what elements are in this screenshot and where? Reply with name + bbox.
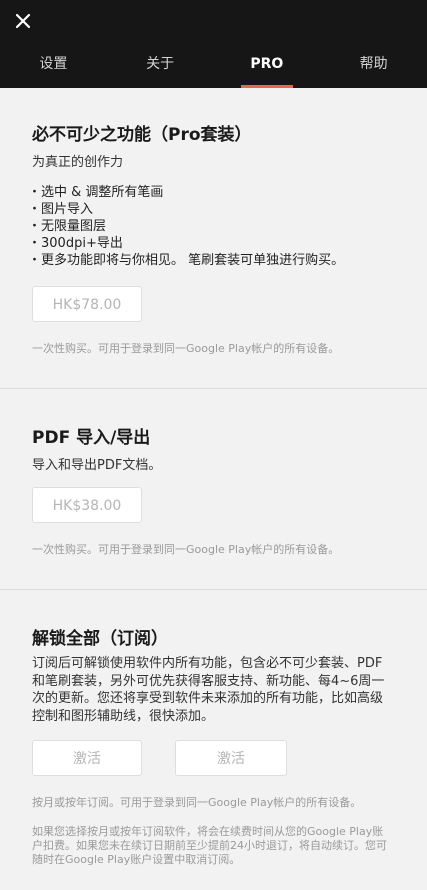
activate-monthly-button[interactable]: 激活 [32,740,142,776]
buy-essentials-button[interactable]: HK$78.00 [32,286,142,322]
essentials-title: 必不可少之功能（Pro套装） [32,125,252,145]
pdf-section: PDF 导入/导出 导入和导出PDF文档。 HK$38.00 一次性购买。可用于… [0,389,427,590]
unlock-all-description: 订阅后可解锁使用软件内所有功能，包含必不可少套装、PDF和笔刷套装，另外可优先获… [32,656,385,724]
subscription-fine-print: 如果您选择按月或按年订阅软件，将会在续费时间从您的Google Play账户扣费… [32,825,387,866]
buy-pdf-button[interactable]: HK$38.00 [32,487,142,523]
pdf-note: 一次性购买。可用于登录到同一Google Play帐户的所有设备。 [32,543,340,556]
essentials-feature-list: 选中 & 调整所有笔画 图片导入 无限量图层 300dpi+导出 更多功能即将与… [32,184,344,269]
pro-content: 必不可少之功能（Pro套装） 为真正的创作力 选中 & 调整所有笔画 图片导入 … [0,88,427,890]
unlock-all-title: 解锁全部（订阅） [32,629,168,649]
tab-settings[interactable]: 设置 [0,46,107,88]
subscription-note: 按月或按年订阅。可用于登录到同一Google Play帐户的所有设备。 [32,796,362,809]
tab-bar: 设置 关于 PRO 帮助 [0,46,427,88]
list-item: 300dpi+导出 [32,235,344,252]
pdf-subtitle: 导入和导出PDF文档。 [32,458,162,473]
tab-about[interactable]: 关于 [107,46,214,88]
tab-help[interactable]: 帮助 [320,46,427,88]
close-icon [15,13,31,29]
essentials-note: 一次性购买。可用于登录到同一Google Play帐户的所有设备。 [32,342,340,355]
top-bar: 设置 关于 PRO 帮助 [0,0,427,88]
unlock-all-section: 解锁全部（订阅） 订阅后可解锁使用软件内所有功能，包含必不可少套装、PDF和笔刷… [0,590,427,890]
list-item: 选中 & 调整所有笔画 [32,184,344,201]
pdf-title: PDF 导入/导出 [32,428,151,448]
essentials-subtitle: 为真正的创作力 [32,155,124,170]
list-item: 更多功能即将与你相见。 笔刷套装可单独进行购买。 [32,252,344,269]
list-item: 无限量图层 [32,218,344,235]
essentials-section: 必不可少之功能（Pro套装） 为真正的创作力 选中 & 调整所有笔画 图片导入 … [0,88,427,389]
tab-pro[interactable]: PRO [214,46,321,88]
close-button[interactable] [12,10,34,32]
list-item: 图片导入 [32,201,344,218]
activate-yearly-button[interactable]: 激活 [175,740,287,776]
